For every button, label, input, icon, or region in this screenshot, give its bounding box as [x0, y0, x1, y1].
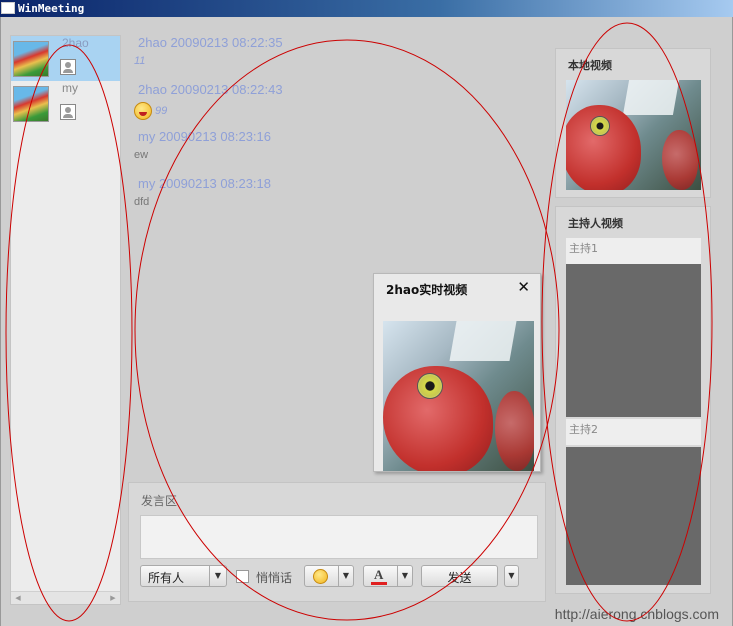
message-body: ew — [134, 149, 149, 161]
local-video-feed — [566, 80, 701, 190]
chat-messages: 2hao 20090213 08:22:35 11 2hao 20090213 … — [134, 35, 539, 235]
message-header: 2hao 20090213 08:22:43 — [138, 82, 283, 97]
message-body: dfd — [134, 196, 150, 208]
message-body-row: 99 — [134, 102, 167, 120]
compose-panel: 发言区 所有人 ▼ 悄悄话 ▼ A ▼ 发送 ▼ — [128, 482, 546, 602]
message-body: 99 — [155, 104, 168, 117]
host-video-feed — [566, 447, 701, 585]
recipient-select-value: 所有人 — [148, 571, 185, 585]
recipient-select[interactable]: 所有人 ▼ — [140, 565, 227, 587]
user-name: 2hao — [62, 36, 89, 50]
scroll-right-icon[interactable]: ▶ — [108, 594, 118, 602]
chevron-down-icon[interactable]: ▼ — [397, 566, 412, 586]
host-label: 主持2 — [566, 419, 701, 445]
window-title: WinMeeting — [18, 2, 85, 15]
message-body: 11 — [134, 55, 146, 67]
watermark: http://aierong.cnblogs.com — [554, 606, 719, 622]
user-profile-icon[interactable] — [60, 104, 76, 120]
host-video-feed — [566, 264, 701, 417]
chevron-down-icon[interactable]: ▼ — [338, 566, 353, 586]
message-header: my 20090213 08:23:16 — [138, 129, 271, 144]
avatar — [13, 86, 49, 122]
compose-label: 发言区 — [141, 494, 178, 508]
avatar — [13, 41, 49, 77]
chat-message: 2hao 20090213 08:22:35 11 — [134, 35, 539, 82]
app-icon — [1, 2, 15, 14]
send-options-button[interactable]: ▼ — [504, 565, 519, 587]
user-list-item[interactable]: my — [11, 81, 120, 126]
send-button[interactable]: 发送 — [421, 565, 498, 587]
emoji-button[interactable]: ▼ — [304, 565, 354, 587]
user-list: 2hao my ◀ ▶ — [10, 35, 121, 605]
chat-message: my 20090213 08:23:16 ew — [134, 129, 539, 176]
user-profile-icon[interactable] — [60, 59, 76, 75]
whisper-checkbox[interactable] — [236, 570, 249, 583]
chat-message: 2hao 20090213 08:22:43 99 — [134, 82, 539, 129]
panel-title: 主持人视频 — [568, 217, 623, 230]
horizontal-scrollbar[interactable]: ◀ ▶ — [11, 591, 120, 604]
panel-title: 本地视频 — [568, 59, 612, 72]
smiley-icon — [313, 569, 328, 584]
whisper-label: 悄悄话 — [256, 571, 293, 585]
compose-toolbar: 所有人 ▼ 悄悄话 ▼ A ▼ 发送 ▼ — [140, 565, 538, 589]
host-video-panel: 主持人视频 主持1 主持2 — [555, 206, 711, 594]
message-header: my 20090213 08:23:18 — [138, 176, 271, 191]
message-input[interactable] — [140, 515, 538, 559]
font-color-icon: A — [374, 567, 384, 582]
font-color-button[interactable]: A ▼ — [363, 565, 413, 587]
laughing-emoji-icon — [134, 102, 152, 120]
message-header: 2hao 20090213 08:22:35 — [138, 35, 283, 50]
user-name: my — [62, 81, 78, 95]
title-bar: WinMeeting — [0, 0, 733, 17]
chevron-down-icon[interactable]: ▼ — [209, 566, 226, 586]
send-button-label: 发送 — [447, 571, 472, 585]
popup-title: 2hao实时视频 — [386, 283, 468, 297]
chat-message: my 20090213 08:23:18 dfd — [134, 176, 539, 223]
close-icon[interactable]: ✕ — [517, 278, 530, 296]
user-video-popup[interactable]: 2hao实时视频 ✕ — [373, 273, 541, 472]
host-label: 主持1 — [566, 238, 701, 264]
user-list-item[interactable]: 2hao — [11, 36, 120, 81]
chevron-down-icon[interactable]: ▼ — [505, 566, 518, 586]
scroll-left-icon[interactable]: ◀ — [13, 594, 23, 602]
remote-video-feed — [383, 321, 534, 471]
local-video-panel: 本地视频 — [555, 48, 711, 198]
font-color-swatch — [371, 582, 387, 585]
